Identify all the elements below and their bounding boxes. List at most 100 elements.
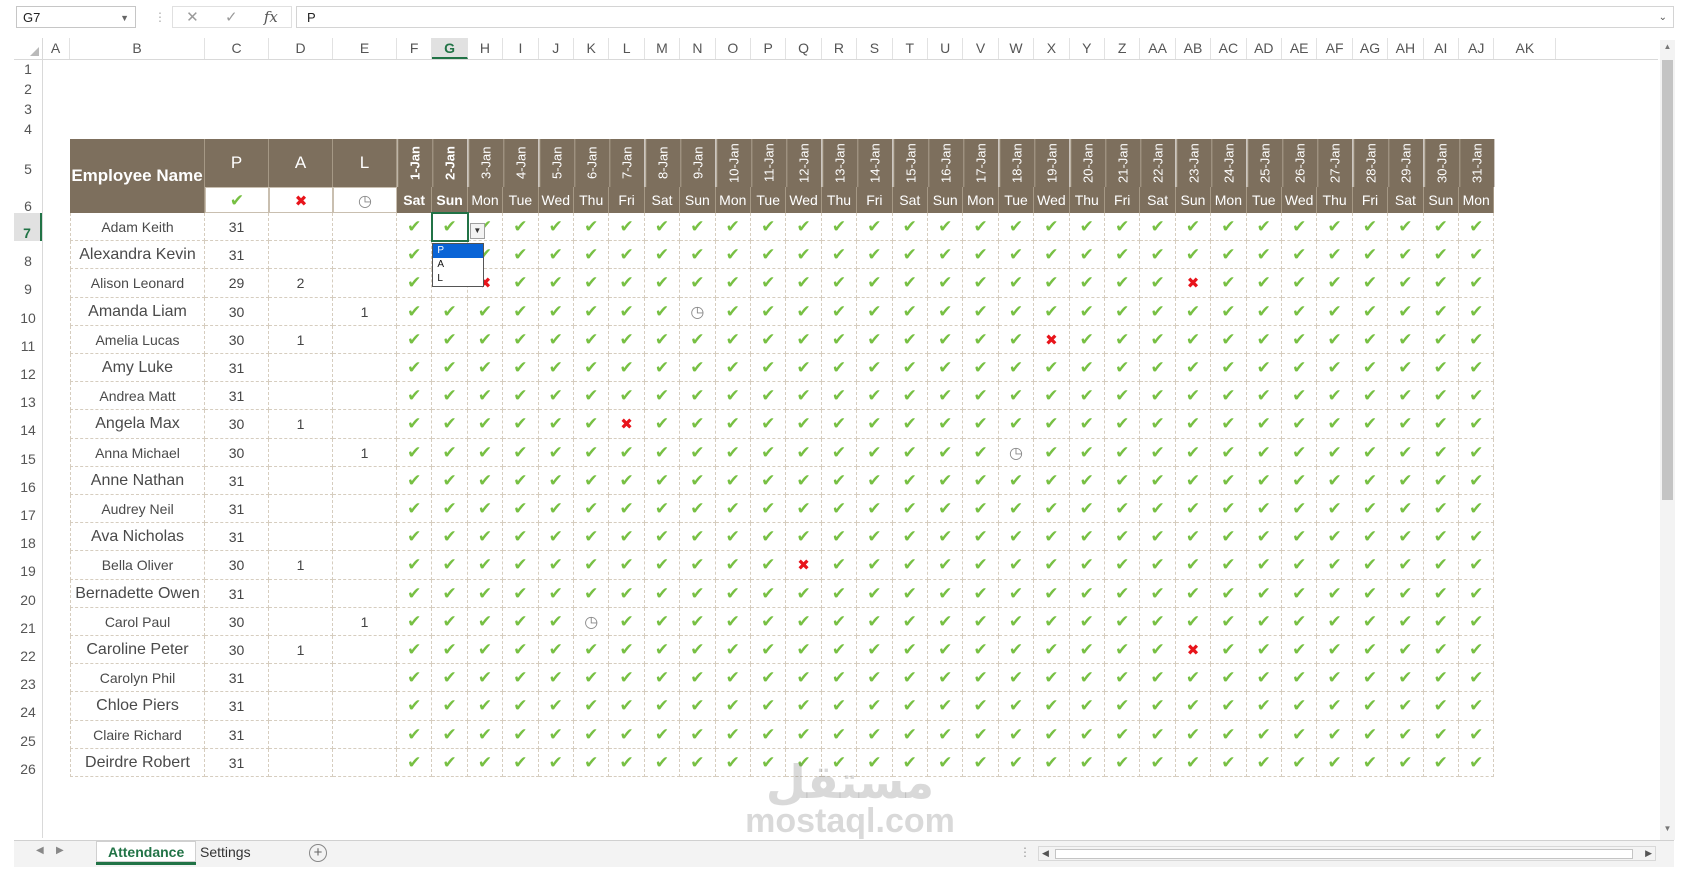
attendance-cell[interactable]: ✔ <box>1352 551 1389 580</box>
attendance-cell[interactable]: ✔ <box>1105 748 1141 777</box>
attendance-cell[interactable]: ✔ <box>1034 354 1070 383</box>
attendance-cell[interactable]: ✔ <box>751 636 787 665</box>
attendance-cell[interactable]: ✔ <box>1459 410 1495 439</box>
attendance-cell[interactable]: ✔ <box>1069 466 1105 495</box>
attendance-cell[interactable]: ✔ <box>1388 607 1424 636</box>
attendance-cell[interactable]: ✔ <box>715 720 751 749</box>
employee-name[interactable]: Amy Luke <box>70 354 205 383</box>
count-l[interactable] <box>333 664 397 693</box>
attendance-cell[interactable]: ✔ <box>644 382 681 411</box>
attendance-cell[interactable]: ✔ <box>1175 325 1212 354</box>
attendance-cell[interactable]: ✔ <box>1211 325 1247 354</box>
attendance-cell[interactable]: ✔ <box>892 523 928 552</box>
attendance-cell[interactable]: ✔ <box>857 523 893 552</box>
attendance-cell[interactable]: ✔ <box>1352 720 1389 749</box>
attendance-cell[interactable]: ✔ <box>397 636 433 665</box>
row-header-6[interactable]: 6 <box>14 187 42 214</box>
formula-input[interactable]: P ⌄ <box>296 6 1674 28</box>
horizontal-scroll-thumb[interactable] <box>1055 849 1633 859</box>
attendance-cell[interactable]: ✔ <box>821 664 858 693</box>
count-p[interactable]: 31 <box>205 213 269 242</box>
attendance-cell[interactable]: ✔ <box>857 297 893 326</box>
attendance-cell[interactable]: ✔ <box>1459 382 1495 411</box>
attendance-cell[interactable]: ✔ <box>432 692 468 721</box>
attendance-cell[interactable]: ✔ <box>786 438 822 467</box>
attendance-cell[interactable]: ✔ <box>1034 438 1070 467</box>
attendance-cell[interactable]: ✔ <box>821 579 858 608</box>
attendance-cell[interactable]: ✔ <box>715 269 751 298</box>
attendance-cell[interactable]: ✔ <box>1069 241 1105 270</box>
attendance-cell[interactable]: ✔ <box>397 241 433 270</box>
attendance-cell[interactable]: ✔ <box>1211 636 1247 665</box>
attendance-cell[interactable]: ✔ <box>1317 523 1353 552</box>
attendance-cell[interactable]: ✔ <box>432 438 468 467</box>
attendance-cell[interactable]: ✔ <box>644 466 681 495</box>
attendance-cell[interactable]: ✔ <box>1388 551 1424 580</box>
attendance-cell[interactable]: ✔ <box>1282 241 1318 270</box>
attendance-cell[interactable]: ✔ <box>1140 325 1176 354</box>
attendance-cell[interactable]: ✔ <box>1388 241 1424 270</box>
attendance-cell[interactable]: ✔ <box>574 720 610 749</box>
attendance-cell[interactable]: ✔ <box>467 495 504 524</box>
attendance-cell[interactable]: ✔ <box>998 213 1035 242</box>
attendance-cell[interactable]: ✔ <box>1388 664 1424 693</box>
column-header-b[interactable]: B <box>70 38 205 59</box>
attendance-cell[interactable]: ✔ <box>998 692 1035 721</box>
attendance-cell[interactable]: ✔ <box>1282 664 1318 693</box>
attendance-cell[interactable]: ✔ <box>715 410 751 439</box>
attendance-cell[interactable]: ✔ <box>1211 438 1247 467</box>
row-header-24[interactable]: 24 <box>14 692 42 720</box>
attendance-cell[interactable]: ✔ <box>821 269 858 298</box>
attendance-cell[interactable]: ✔ <box>821 354 858 383</box>
column-header-o[interactable]: O <box>716 38 751 59</box>
attendance-cell[interactable]: ✔ <box>432 297 468 326</box>
column-header-v[interactable]: V <box>963 38 999 59</box>
row-header-20[interactable]: 20 <box>14 580 42 608</box>
attendance-cell[interactable]: ✔ <box>928 325 964 354</box>
attendance-cell[interactable]: ✔ <box>1352 297 1389 326</box>
attendance-cell[interactable]: ✔ <box>1211 607 1247 636</box>
dropdown-option-p[interactable]: P <box>433 244 484 259</box>
attendance-cell[interactable]: ✔ <box>1423 213 1459 242</box>
attendance-cell[interactable]: ✔ <box>1175 748 1212 777</box>
attendance-cell[interactable]: ✔ <box>751 325 787 354</box>
attendance-cell[interactable]: ✔ <box>963 579 999 608</box>
attendance-cell[interactable]: ✔ <box>857 213 893 242</box>
column-header-aj[interactable]: AJ <box>1459 38 1495 59</box>
attendance-cell[interactable]: ✔ <box>928 720 964 749</box>
attendance-cell[interactable]: ✔ <box>1034 607 1070 636</box>
attendance-cell[interactable]: ✔ <box>1105 382 1141 411</box>
attendance-cell[interactable]: ✔ <box>1423 607 1459 636</box>
attendance-cell[interactable]: ✔ <box>892 607 928 636</box>
attendance-cell[interactable]: ✔ <box>1388 748 1424 777</box>
attendance-cell[interactable]: ✔ <box>998 495 1035 524</box>
attendance-cell[interactable]: ✔ <box>609 354 645 383</box>
attendance-cell[interactable]: ✔ <box>574 241 610 270</box>
attendance-cell[interactable]: ✔ <box>1105 495 1141 524</box>
dropdown-option-a[interactable]: A <box>433 258 483 272</box>
column-header-r[interactable]: R <box>822 38 858 59</box>
attendance-cell[interactable]: ✔ <box>786 495 822 524</box>
count-p[interactable]: 30 <box>205 438 269 467</box>
attendance-cell[interactable]: ✔ <box>715 748 751 777</box>
attendance-cell[interactable]: ✔ <box>1175 607 1212 636</box>
attendance-cell[interactable]: ✔ <box>609 325 645 354</box>
attendance-cell[interactable]: ✔ <box>751 523 787 552</box>
count-p[interactable]: 30 <box>205 607 269 636</box>
row-header-19[interactable]: 19 <box>14 551 42 579</box>
attendance-cell[interactable]: ✔ <box>751 382 787 411</box>
attendance-cell[interactable]: ✔ <box>963 523 999 552</box>
attendance-cell[interactable]: ✔ <box>1140 466 1176 495</box>
attendance-cell[interactable]: ◷ <box>680 297 716 326</box>
attendance-cell[interactable]: ✔ <box>998 551 1035 580</box>
attendance-cell[interactable]: ✔ <box>1140 495 1176 524</box>
attendance-cell[interactable]: ✔ <box>1175 692 1212 721</box>
attendance-cell[interactable]: ✔ <box>503 692 539 721</box>
attendance-cell[interactable]: ✔ <box>1105 607 1141 636</box>
attendance-cell[interactable]: ✔ <box>1246 382 1282 411</box>
attendance-cell[interactable]: ✔ <box>1246 269 1282 298</box>
attendance-cell[interactable]: ✔ <box>963 297 999 326</box>
column-header-ae[interactable]: AE <box>1282 38 1318 59</box>
attendance-cell[interactable]: ✔ <box>1105 213 1141 242</box>
attendance-cell[interactable]: ✔ <box>1423 664 1459 693</box>
